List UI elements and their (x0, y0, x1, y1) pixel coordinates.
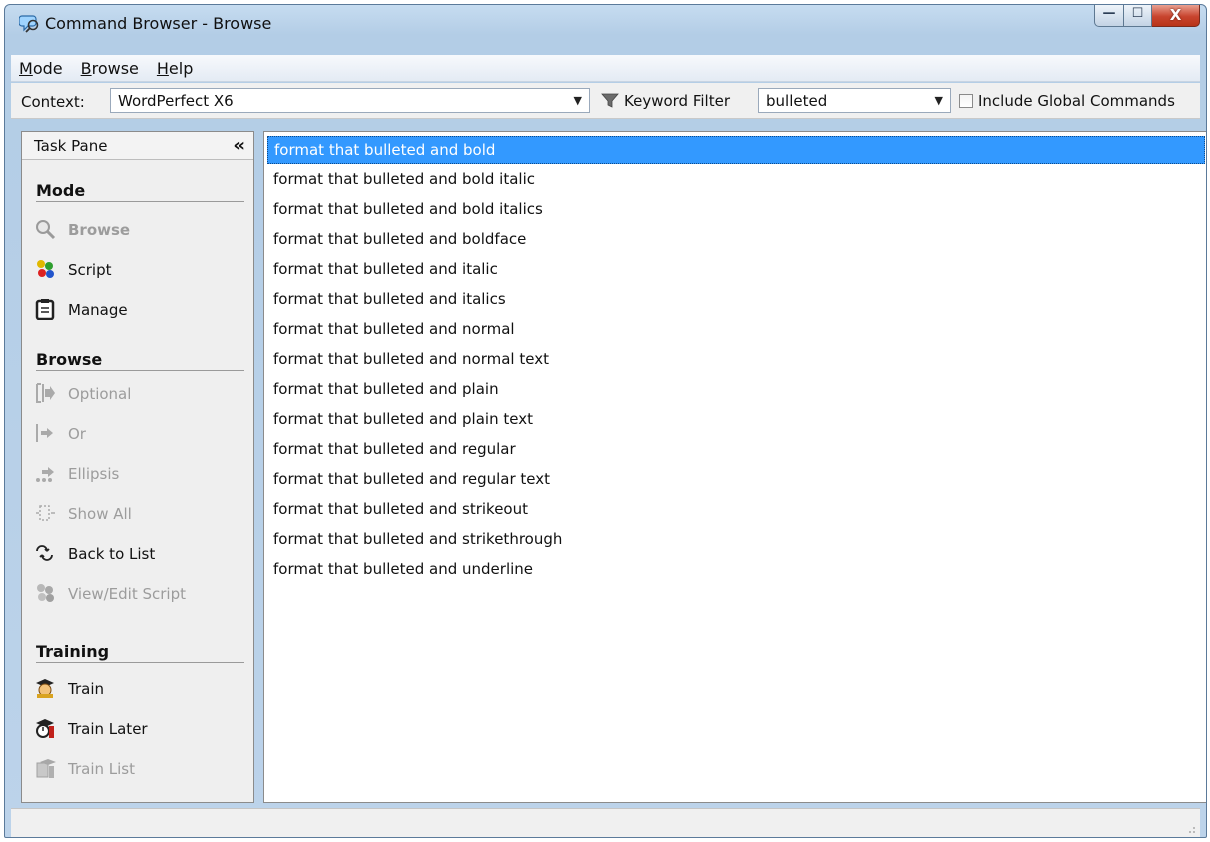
window-title: Command Browser - Browse (45, 14, 272, 33)
task-item-browse[interactable]: Browse (34, 218, 244, 244)
command-list-item[interactable]: format that bulleted and bold italics (267, 196, 1205, 224)
or-arrow-icon (36, 424, 53, 442)
show-all-icon (36, 505, 55, 521)
keyword-filter-value: bulleted (766, 92, 828, 110)
command-list-item[interactable]: format that bulleted and regular (267, 436, 1205, 464)
include-global-commands-checkbox[interactable] (959, 94, 973, 108)
command-list-item[interactable]: format that bulleted and bold (267, 136, 1205, 164)
optional-icon (36, 383, 55, 403)
task-item-train-later[interactable]: Train Later (34, 717, 244, 743)
task-item-script[interactable]: Script (34, 258, 244, 284)
funnel-filter-icon (601, 93, 619, 108)
dropdown-arrow-icon: ▼ (934, 94, 943, 107)
train-icon (36, 679, 54, 698)
command-list-item[interactable]: format that bulleted and italics (267, 286, 1205, 314)
command-list-item[interactable]: format that bulleted and regular text (267, 466, 1205, 494)
command-list-item[interactable]: format that bulleted and plain text (267, 406, 1205, 434)
title-bar[interactable]: Command Browser - Browse — ☐ X (5, 5, 1206, 41)
view-edit-script-icon (37, 584, 54, 602)
command-list-item[interactable]: format that bulleted and strikeout (267, 496, 1205, 524)
command-list-item[interactable]: format that bulleted and boldface (267, 226, 1205, 254)
dropdown-arrow-icon: ▼ (573, 94, 582, 107)
command-list-item[interactable]: format that bulleted and normal (267, 316, 1205, 344)
speech-bubble-app-icon (19, 15, 39, 33)
train-list-icon (36, 759, 56, 778)
window-controls: — ☐ X (1094, 5, 1200, 27)
minimize-icon: — (1102, 6, 1116, 21)
menu-mode[interactable]: Mode (17, 59, 65, 78)
include-global-commands-label[interactable]: Include Global Commands (978, 92, 1175, 110)
task-item-manage[interactable]: Manage (34, 298, 244, 324)
section-title-browse: Browse (36, 350, 244, 371)
command-list-item[interactable]: format that bulleted and bold italic (267, 166, 1205, 194)
script-icon (37, 260, 54, 278)
train-later-icon (36, 719, 54, 738)
resize-grip-icon[interactable] (1186, 824, 1196, 834)
task-item-train-list[interactable]: Train List (34, 757, 244, 783)
keyword-filter-label: Keyword Filter (624, 92, 730, 110)
section-title-mode: Mode (36, 181, 244, 202)
command-list-item[interactable]: format that bulleted and strikethrough (267, 526, 1205, 554)
context-dropdown[interactable]: WordPerfect X6 ▼ (110, 88, 590, 113)
task-pane: Task Pane « Mode Browse Script Manage Br… (21, 131, 254, 803)
maximize-button[interactable]: ☐ (1124, 5, 1152, 27)
magnifier-icon (36, 220, 56, 240)
status-bar (11, 808, 1200, 837)
task-item-show-all[interactable]: Show All (34, 502, 244, 528)
task-item-ellipsis[interactable]: Ellipsis (34, 462, 244, 488)
command-list[interactable]: format that bulleted and bold format that… (263, 131, 1206, 803)
context-label: Context: (21, 93, 85, 111)
command-list-item[interactable]: format that bulleted and normal text (267, 346, 1205, 374)
command-list-item[interactable]: format that bulleted and underline (267, 556, 1205, 584)
minimize-button[interactable]: — (1094, 5, 1124, 27)
task-item-or[interactable]: Or (34, 422, 244, 448)
section-title-training: Training (36, 642, 244, 663)
collapse-pane-icon[interactable]: « (233, 135, 245, 156)
filter-toolbar: Context: WordPerfect X6 ▼ Keyword Filter… (11, 83, 1200, 119)
menu-help[interactable]: Help (155, 59, 195, 78)
back-to-list-icon (36, 545, 53, 561)
command-list-item[interactable]: format that bulleted and plain (267, 376, 1205, 404)
ellipsis-icon (36, 467, 54, 482)
menu-bar: Mode Browse Help (11, 55, 1200, 82)
task-pane-header: Task Pane « (22, 132, 253, 160)
close-icon: X (1169, 6, 1182, 24)
task-pane-title: Task Pane (34, 137, 108, 155)
task-item-back-to-list[interactable]: Back to List (34, 542, 244, 568)
command-list-item[interactable]: format that bulleted and italic (267, 256, 1205, 284)
context-value: WordPerfect X6 (118, 92, 234, 110)
close-button[interactable]: X (1152, 5, 1200, 27)
task-item-optional[interactable]: Optional (34, 382, 244, 408)
maximize-icon: ☐ (1131, 6, 1144, 21)
task-item-view-edit-script[interactable]: View/Edit Script (34, 582, 244, 608)
clipboard-icon (35, 299, 55, 320)
keyword-filter-dropdown[interactable]: bulleted ▼ (758, 88, 951, 113)
menu-browse[interactable]: Browse (79, 59, 141, 78)
command-browser-window: Command Browser - Browse — ☐ X Mode Brow… (4, 4, 1207, 838)
task-item-train[interactable]: Train (34, 677, 244, 703)
